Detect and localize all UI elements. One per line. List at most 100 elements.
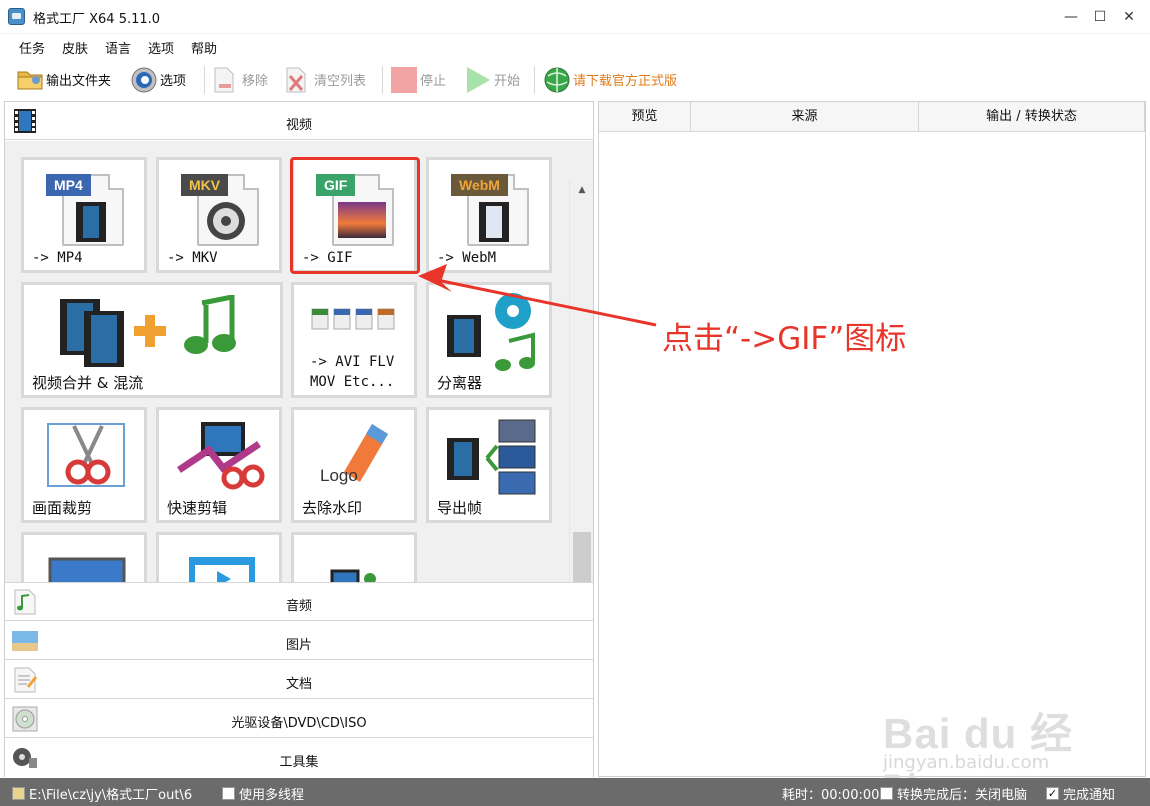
- film-icon: [479, 202, 509, 242]
- output-folder-label: 输出文件夹: [46, 73, 112, 89]
- folder-icon: [12, 787, 25, 800]
- scroll-thumb[interactable]: [573, 532, 591, 582]
- checkbox[interactable]: [880, 787, 893, 800]
- tile-label: -> WebM: [437, 250, 497, 266]
- mkv-tag: MKV: [181, 174, 229, 196]
- format-icons: [311, 308, 395, 330]
- close-button[interactable]: ✕: [1114, 5, 1144, 29]
- output-folder-button[interactable]: 输出文件夹: [16, 64, 111, 94]
- clear-list-button[interactable]: 清空列表: [284, 64, 366, 94]
- category-document-label: 文档: [285, 677, 312, 692]
- column-output-status[interactable]: 输出 / 转换状态: [919, 102, 1145, 132]
- download-official-link[interactable]: 请下载官方正式版: [543, 64, 677, 94]
- tile-to-mkv[interactable]: MKV -> MKV: [156, 157, 282, 273]
- vertical-scrollbar[interactable]: ▲ ▼: [569, 180, 593, 582]
- category-document[interactable]: 文档: [5, 661, 593, 699]
- annotation-text: 点击“->GIF”图标: [662, 321, 907, 357]
- remove-button[interactable]: 移除: [212, 64, 268, 94]
- column-source[interactable]: 来源: [691, 102, 919, 132]
- category-tools[interactable]: 工具集: [5, 739, 593, 777]
- clear-list-icon: [284, 66, 310, 93]
- start-label: 开始: [494, 73, 521, 89]
- tile-label: 导出帧: [437, 499, 483, 517]
- notify-checkbox[interactable]: ✓ 完成通知: [1046, 784, 1115, 803]
- stop-icon: [390, 66, 417, 93]
- reel-music-icon: [495, 293, 535, 371]
- stop-button[interactable]: 停止: [390, 64, 446, 94]
- tile-label-line1: -> AVI FLV MOV Etc...: [310, 354, 395, 390]
- menu-skin[interactable]: 皮肤: [62, 38, 88, 57]
- category-tools-label: 工具集: [279, 755, 319, 770]
- tile-label: 画面裁剪: [32, 499, 93, 517]
- elapsed-label: 耗时：00:00:00: [782, 788, 880, 803]
- menu-task[interactable]: 任务: [19, 38, 45, 57]
- tile-video-player[interactable]: [156, 532, 282, 582]
- tile-more-tools[interactable]: [291, 532, 417, 582]
- tile-quick-cut[interactable]: 快速剪辑: [156, 407, 282, 523]
- options-button[interactable]: 选项: [130, 64, 186, 94]
- stop-label: 停止: [420, 73, 447, 89]
- tile-to-avi-flv[interactable]: -> AVI FLV MOV Etc...: [291, 282, 417, 398]
- play-icon: [464, 66, 490, 93]
- tile-to-mp4[interactable]: MP4 -> MP4: [21, 157, 147, 273]
- options-label: 选项: [160, 73, 187, 89]
- clear-list-label: 清空列表: [314, 73, 367, 89]
- menu-language[interactable]: 语言: [105, 38, 131, 57]
- category-disc[interactable]: 光驱设备\DVD\CD\ISO: [5, 700, 593, 738]
- tile-label: -> MKV: [167, 250, 218, 266]
- output-path-label: E:\File\cz\jy\格式工厂out\6: [29, 788, 193, 803]
- category-audio[interactable]: 音频: [5, 583, 593, 621]
- music-note-icon: [184, 295, 236, 354]
- maximize-button[interactable]: ☐: [1085, 5, 1115, 29]
- app-icon: [8, 8, 25, 25]
- menu-options[interactable]: 选项: [148, 38, 174, 57]
- remove-file-icon: [212, 66, 238, 93]
- multithread-label: 使用多线程: [239, 788, 305, 803]
- category-image[interactable]: 图片: [5, 622, 593, 660]
- category-video[interactable]: 视频: [5, 102, 593, 140]
- tile-to-webm[interactable]: WebM -> WebM: [426, 157, 552, 273]
- film-music-icon: [330, 569, 376, 582]
- tile-crop[interactable]: 画面裁剪: [21, 407, 147, 523]
- category-audio-label: 音频: [285, 599, 312, 614]
- tile-splitter[interactable]: 分离器: [426, 282, 552, 398]
- notify-label: 完成通知: [1063, 788, 1116, 803]
- player-icon: [189, 557, 255, 582]
- frames-icon: [485, 419, 536, 495]
- category-video-label: 视频: [285, 118, 312, 133]
- tile-screen-record[interactable]: [21, 532, 147, 582]
- toolbar: 输出文件夹 选项 移除 清空列表 停止 开始 请下载官方正式版: [0, 60, 1150, 98]
- window-title: 格式工厂 X64 5.11.0: [33, 12, 161, 27]
- checkbox[interactable]: [222, 787, 235, 800]
- scissors-icon: [47, 423, 125, 487]
- after-convert-label: 转换完成后：关闭电脑: [897, 788, 1028, 803]
- shutdown-checkbox[interactable]: 转换完成后：关闭电脑: [880, 784, 1027, 803]
- tile-remove-watermark[interactable]: Logo 去除水印: [291, 407, 417, 523]
- film-icon: [76, 202, 106, 242]
- output-path[interactable]: E:\File\cz\jy\格式工厂out\6: [12, 784, 192, 803]
- menu-help[interactable]: 帮助: [191, 38, 217, 57]
- tile-video-merge[interactable]: 视频合并 & 混流: [21, 282, 283, 398]
- tile-label: 分离器: [437, 374, 483, 392]
- gear-icon: [130, 66, 157, 93]
- elapsed-time: 耗时：00:00:00: [782, 784, 879, 803]
- folder-icon: [16, 66, 43, 92]
- download-official-label: 请下载官方正式版: [573, 73, 678, 89]
- tile-label: 去除水印: [302, 499, 363, 517]
- logo-text: Logo: [320, 466, 358, 485]
- scroll-up-arrow[interactable]: ▲: [570, 182, 593, 198]
- tile-export-frames[interactable]: 导出帧: [426, 407, 552, 523]
- toolbar-divider: [534, 66, 535, 94]
- remove-label: 移除: [242, 73, 269, 89]
- screen-icon: [48, 557, 126, 582]
- film-icon: [447, 438, 479, 480]
- minimize-button[interactable]: —: [1056, 5, 1086, 29]
- reel-icon: [207, 202, 245, 240]
- mp4-tag: MP4: [46, 174, 91, 196]
- column-preview[interactable]: 预览: [599, 102, 691, 132]
- film-icon: [84, 311, 124, 367]
- multithread-checkbox[interactable]: 使用多线程: [222, 784, 304, 803]
- start-button[interactable]: 开始: [464, 64, 520, 94]
- watermark-url: jingyan.baidu.com: [883, 752, 1050, 773]
- checkbox-checked[interactable]: ✓: [1046, 787, 1059, 800]
